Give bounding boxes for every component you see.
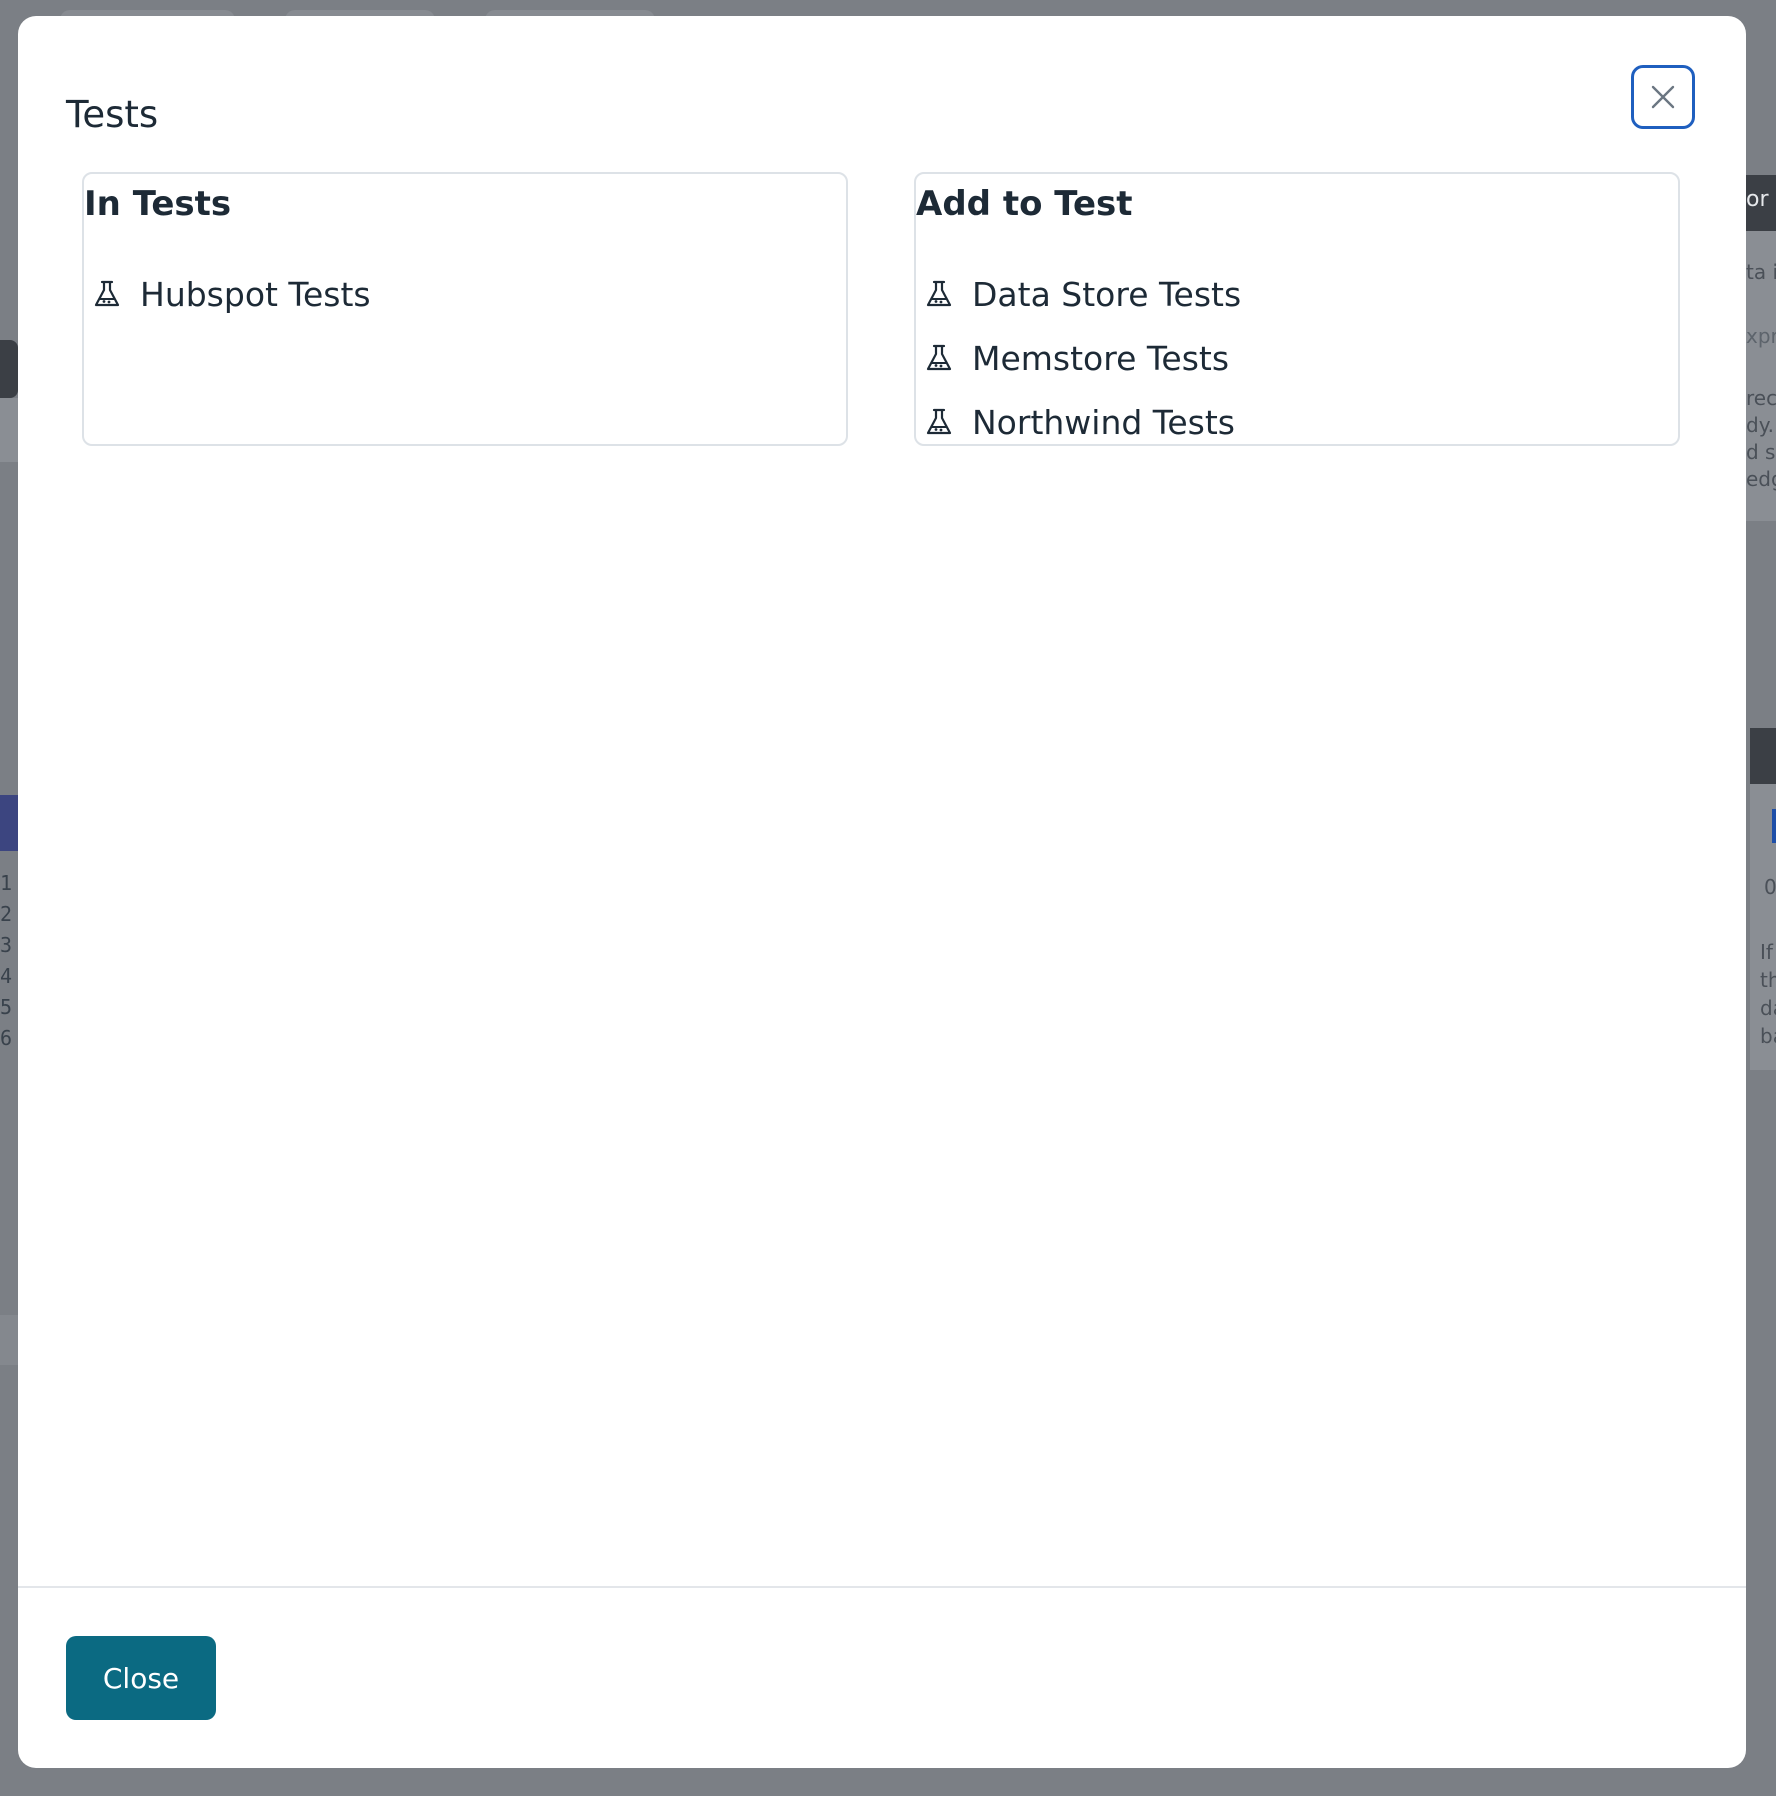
background-editor-gutter: [0, 795, 18, 851]
add-to-test-panel: Add to Test Data Store Tests Memstore Te…: [914, 172, 1680, 446]
test-item-label: Hubspot Tests: [140, 274, 371, 314]
in-tests-heading: In Tests: [84, 184, 232, 224]
test-item-label: Northwind Tests: [972, 402, 1235, 442]
test-item-memstore[interactable]: Memstore Tests: [924, 326, 1241, 390]
side-panel-text: dy.: [1746, 413, 1775, 437]
background-handle: [0, 340, 18, 398]
background-side-header-2: [1750, 728, 1776, 784]
flask-icon: [926, 280, 952, 307]
side-panel-input: 0: [1764, 875, 1776, 899]
side-panel-text: th: [1760, 968, 1776, 992]
line-number: 2: [0, 902, 13, 926]
line-number: 6: [0, 1026, 13, 1050]
side-panel-text: ta i: [1746, 260, 1776, 284]
test-item-label: Memstore Tests: [972, 338, 1230, 378]
test-item-hubspot[interactable]: Hubspot Tests: [92, 262, 371, 326]
test-item-northwind[interactable]: Northwind Tests: [924, 390, 1241, 454]
flask-icon: [94, 280, 120, 307]
add-to-test-heading: Add to Test: [916, 184, 1133, 224]
background-side-header: or: [1746, 175, 1776, 231]
side-header-label: or: [1746, 187, 1769, 212]
modal-title: Tests: [66, 93, 159, 136]
side-panel-text: xpr: [1746, 324, 1776, 348]
background-side-panel: ta i xpr rece dy. d sr edge: [1746, 231, 1776, 521]
test-item-label: Data Store Tests: [972, 274, 1242, 314]
footer-divider: [18, 1586, 1746, 1588]
line-number: 1: [0, 871, 13, 895]
line-number: 3: [0, 933, 13, 957]
close-button[interactable]: Close: [66, 1636, 216, 1720]
add-to-test-list: Data Store Tests Memstore Tests Northwin…: [924, 262, 1241, 454]
side-panel-text: If: [1760, 940, 1773, 964]
background-side-panel-2: 0 If th da ba: [1750, 784, 1776, 1070]
side-panel-text: d sr: [1746, 440, 1776, 464]
side-panel-text: da: [1760, 996, 1776, 1020]
flask-icon: [926, 408, 952, 435]
background-footer-edge: [0, 1315, 18, 1365]
side-panel-text: edge: [1746, 467, 1776, 491]
close-icon: [1651, 85, 1675, 109]
test-item-data-store[interactable]: Data Store Tests: [924, 262, 1241, 326]
in-tests-panel: In Tests Hubspot Tests: [82, 172, 848, 446]
side-panel-text: ba: [1760, 1024, 1776, 1048]
line-number: 5: [0, 995, 13, 1019]
side-panel-text: rece: [1746, 386, 1776, 410]
side-panel-accent: [1772, 809, 1776, 843]
in-tests-list: Hubspot Tests: [92, 262, 371, 326]
flask-icon: [926, 344, 952, 371]
line-number: 4: [0, 964, 13, 988]
close-modal-button[interactable]: [1631, 65, 1695, 129]
background-panel-edge: [0, 398, 18, 462]
tests-modal: Tests In Tests Hubspot Tests Add to Test: [18, 16, 1746, 1768]
